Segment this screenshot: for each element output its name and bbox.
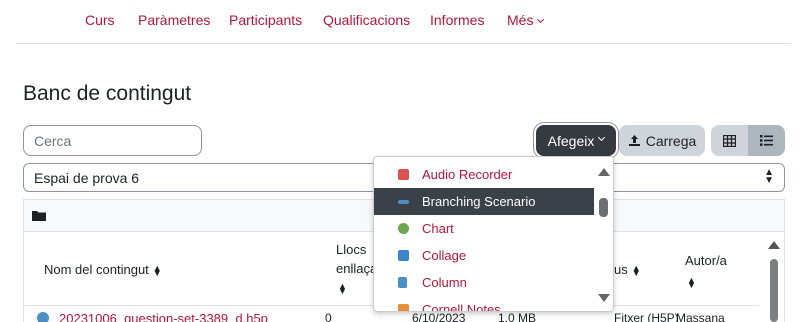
menu-item-cornell-notes[interactable]: Cornell Notes: [374, 296, 596, 312]
nav-item-informes[interactable]: Informes: [430, 11, 484, 29]
file-type: Fitxer (H5P): [614, 311, 679, 322]
chart-icon: [398, 223, 409, 234]
grid-view-button[interactable]: [711, 125, 748, 156]
column-header-links-label-2: enllaça: [336, 261, 378, 276]
scroll-up-icon[interactable]: [598, 168, 610, 176]
content-name-link[interactable]: 20231006_question-set-3389_d.h5p: [59, 311, 268, 322]
sort-icon: ▲ ▼: [687, 274, 696, 290]
scrollbar-thumb[interactable]: [770, 259, 778, 322]
list-view-button[interactable]: [748, 125, 785, 156]
upload-icon: [628, 135, 640, 146]
search-input[interactable]: [23, 125, 202, 156]
scroll-down-icon[interactable]: [598, 294, 610, 302]
column-header-links-label-1: Llocs: [336, 242, 367, 257]
nav-item-mes[interactable]: Més: [507, 11, 545, 29]
sort-icon: ▲ ▼: [338, 280, 347, 296]
grid-view-icon: [723, 134, 736, 147]
collage-icon: [398, 250, 409, 261]
list-view-icon: [760, 135, 773, 146]
column-header-name[interactable]: Nom del contingut ▲ ▼: [44, 260, 162, 279]
add-button[interactable]: Afegeix: [536, 125, 616, 156]
menu-item-label: Audio Recorder: [422, 167, 513, 182]
add-content-dropdown: Audio Recorder Branching Scenario Chart …: [373, 156, 614, 312]
menu-item-label: Chart: [422, 221, 454, 236]
menu-item-column[interactable]: Column: [374, 269, 596, 296]
nav-item-participants[interactable]: Participants: [229, 11, 302, 29]
column-header-type-label: us: [614, 262, 628, 277]
nav-item-qualificacions[interactable]: Qualificacions: [323, 11, 410, 29]
menu-item-label: Column: [422, 275, 467, 290]
select-arrows-icon: ▲ ▼: [764, 167, 774, 186]
column-header-author-label: Autor/a: [685, 253, 727, 268]
branching-scenario-icon: [398, 200, 409, 204]
add-button-label: Afegeix: [547, 132, 595, 149]
scrollbar-thumb[interactable]: [599, 198, 608, 217]
column-header-name-label: Nom del contingut: [44, 262, 149, 277]
column-header-links[interactable]: Llocs enllaça ▲ ▼: [336, 240, 377, 297]
dropdown-scrollbar[interactable]: [594, 157, 613, 311]
scroll-up-icon[interactable]: [768, 241, 780, 249]
column-icon: [398, 277, 407, 288]
modified-date: 6/10/2023: [412, 311, 466, 322]
chevron-down-icon: [537, 15, 545, 24]
menu-item-branching-scenario[interactable]: Branching Scenario: [374, 188, 596, 215]
cornell-notes-icon: [398, 304, 409, 311]
table-scrollbar[interactable]: [765, 237, 782, 322]
h5p-file-icon: [37, 312, 49, 322]
menu-item-audio-recorder[interactable]: Audio Recorder: [374, 161, 596, 188]
column-header-author[interactable]: Autor/a ▲ ▼: [685, 251, 727, 289]
secondary-navigation: Curs Paràmetres Participants Qualificaci…: [16, 0, 791, 44]
audio-recorder-icon: [398, 169, 409, 180]
sort-icon: ▲ ▼: [152, 262, 162, 278]
menu-item-label: Collage: [422, 248, 467, 263]
links-count: 0: [325, 311, 332, 322]
menu-item-label: Branching Scenario: [422, 194, 536, 209]
menu-item-collage[interactable]: Collage: [374, 242, 596, 269]
author-name: Massana: [676, 311, 725, 322]
column-header-type[interactable]: us ▲ ▼: [614, 260, 641, 279]
menu-item-chart[interactable]: Chart: [374, 215, 596, 242]
page-title: Banc de contingut: [23, 82, 192, 105]
menu-item-label: Cornell Notes: [422, 302, 501, 312]
folder-icon[interactable]: [32, 210, 46, 221]
upload-button[interactable]: Carrega: [619, 125, 705, 156]
upload-button-label: Carrega: [645, 132, 697, 149]
context-select-value: Espai de prova 6: [34, 170, 140, 186]
nav-item-mes-label: Més: [507, 12, 534, 28]
nav-item-curs[interactable]: Curs: [85, 11, 115, 29]
nav-item-parametres[interactable]: Paràmetres: [138, 11, 210, 29]
chevron-down-icon: [598, 133, 606, 142]
sort-icon: ▲ ▼: [631, 262, 641, 278]
file-size: 1.0 MB: [498, 311, 537, 322]
